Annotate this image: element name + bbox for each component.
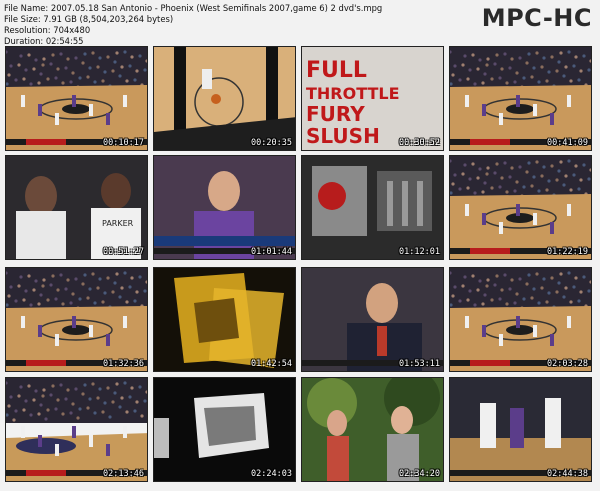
thumbnail-image: PARKER [6, 156, 147, 259]
svg-text:PARKER: PARKER [102, 219, 134, 228]
thumbnail-image [302, 378, 443, 481]
video-thumbnail: 02:13:46 [5, 377, 148, 482]
thumbnail-image [302, 156, 443, 259]
thumbnail-image [450, 156, 591, 259]
file-info: File Name: 2007.05.18 San Antonio - Phoe… [4, 3, 444, 47]
file-name-text: File Name: 2007.05.18 San Antonio - Phoe… [4, 3, 383, 13]
thumbnail-timestamp: 02:03:28 [547, 359, 588, 369]
thumbnail-image [450, 378, 591, 481]
video-thumbnail: 02:24:03 [153, 377, 296, 482]
video-thumbnail: PARKER 00:51:27 [5, 155, 148, 260]
thumbnail-timestamp: 01:42:54 [251, 359, 292, 369]
video-thumbnail: 00:20:35 [153, 46, 296, 151]
thumbnail-timestamp: 00:20:35 [251, 138, 292, 148]
thumbnail-image [6, 378, 147, 481]
thumbnail-image [450, 47, 591, 150]
video-thumbnail: 01:22:19 [449, 155, 592, 260]
video-thumbnail: 01:32:36 [5, 267, 148, 372]
thumbnail-image [6, 268, 147, 371]
svg-text:THROTTLE: THROTTLE [306, 84, 400, 103]
video-thumbnail: FULL THROTTLE FURY SLUSH 00:30:52 [301, 46, 444, 151]
resolution-text: Resolution: 704x480 [4, 25, 91, 35]
video-thumbnail: 01:53:11 [301, 267, 444, 372]
svg-text:SLUSH: SLUSH [306, 124, 380, 148]
video-thumbnail: 01:12:01 [301, 155, 444, 260]
video-thumbnail: 02:03:28 [449, 267, 592, 372]
thumbnail-timestamp: 00:10:17 [103, 138, 144, 148]
video-thumbnail: 02:34:20 [301, 377, 444, 482]
thumbnail-timestamp: 02:24:03 [251, 469, 292, 479]
thumbnail-image [302, 268, 443, 371]
thumbnail-timestamp: 01:32:36 [103, 359, 144, 369]
video-thumbnail: 01:01:44 [153, 155, 296, 260]
video-thumbnail: 00:10:17 [5, 46, 148, 151]
thumbnail-timestamp: 01:01:44 [251, 247, 292, 257]
thumbnail-timestamp: 02:44:38 [547, 469, 588, 479]
thumbnail-image [450, 268, 591, 371]
thumbnail-timestamp: 01:53:11 [399, 359, 440, 369]
thumbnail-timestamp: 00:51:27 [103, 247, 144, 257]
svg-text:FURY: FURY [306, 102, 365, 126]
thumbnail-image [154, 378, 295, 481]
thumbnail-timestamp: 00:41:09 [547, 138, 588, 148]
video-thumbnail: 02:44:38 [449, 377, 592, 482]
mpc-hc-logo: MPC-HC [481, 4, 592, 32]
thumbnail-image [154, 47, 295, 150]
thumbnail-timestamp: 01:12:01 [399, 247, 440, 257]
thumbnail-image: FULLTHROTTLEFURYSLUSH [302, 47, 443, 150]
thumbnail-image [154, 268, 295, 371]
thumbnail-timestamp: 01:22:19 [547, 247, 588, 257]
thumbnail-timestamp: 02:13:46 [103, 469, 144, 479]
thumbnail-timestamp: 02:34:20 [399, 469, 440, 479]
thumbnail-image [6, 47, 147, 150]
thumbnail-timestamp: 00:30:52 [399, 138, 440, 148]
thumbnail-image [154, 156, 295, 259]
video-thumbnail: 01:42:54 [153, 267, 296, 372]
video-thumbnail: 00:41:09 [449, 46, 592, 151]
svg-text:FULL: FULL [306, 58, 367, 83]
file-size-text: File Size: 7.91 GB (8,504,203,264 bytes) [4, 14, 174, 24]
